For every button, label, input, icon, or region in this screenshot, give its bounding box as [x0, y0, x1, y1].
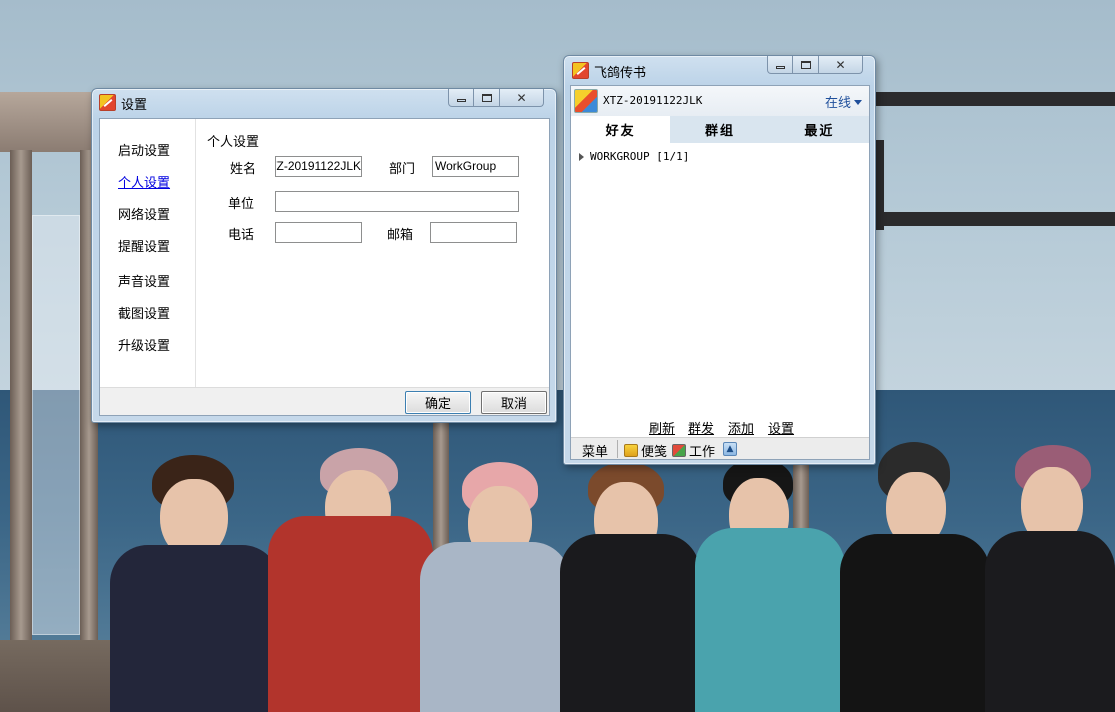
- nav-item-reminder[interactable]: 提醒设置: [118, 236, 170, 255]
- contact-tabs: 好友 群组 最近: [571, 116, 869, 143]
- name-field[interactable]: XTZ-20191122JLK: [275, 156, 362, 177]
- status-dropdown[interactable]: 在线: [825, 92, 863, 111]
- nav-item-screenshot[interactable]: 截图设置: [118, 303, 170, 322]
- close-button[interactable]: ✕: [500, 89, 544, 107]
- wallpaper-beam: [876, 140, 884, 230]
- tab-recent[interactable]: 最近: [770, 116, 869, 143]
- chevron-down-icon: [854, 100, 863, 105]
- menu-button[interactable]: 菜单: [582, 441, 608, 460]
- profile-bar: XTZ-20191122JLK 在线: [571, 86, 869, 116]
- wallpaper-person: [985, 445, 1115, 712]
- window-controls: ✕: [448, 89, 544, 107]
- email-label: 邮箱: [387, 228, 414, 243]
- department-field[interactable]: WorkGroup: [432, 156, 519, 177]
- avatar[interactable]: [574, 89, 598, 113]
- group-row-workgroup[interactable]: WORKGROUP [1/1]: [579, 150, 689, 163]
- window-title: 设置: [121, 98, 148, 113]
- wallpaper-person: [840, 442, 990, 712]
- settings-body: 启动设置 个人设置 网络设置 提醒设置 声音设置 截图设置 升级设置 个人设置 …: [99, 118, 550, 416]
- messenger-window: 飞鸽传书 ✕ XTZ-20191122JLK 在线 好友 群组 最近 WORKG…: [563, 55, 876, 465]
- work-button[interactable]: 工作: [672, 441, 715, 460]
- minimize-icon: [456, 99, 466, 102]
- nav-item-sound[interactable]: 声音设置: [118, 271, 170, 290]
- bottom-toolbar: 菜单 便笺 工作 ▲: [571, 437, 869, 460]
- maximize-icon: [800, 60, 811, 69]
- phone-label: 电话: [228, 228, 255, 243]
- wallpaper-person: [110, 455, 280, 712]
- settings-link[interactable]: 设置: [768, 418, 794, 437]
- notes-label: 便笺: [641, 445, 668, 460]
- refresh-link[interactable]: 刷新: [649, 418, 675, 437]
- maximize-icon: [481, 93, 492, 102]
- close-button[interactable]: ✕: [819, 56, 863, 74]
- company-label: 单位: [228, 197, 255, 212]
- settings-footer: 确定 取消: [100, 387, 549, 415]
- contact-tree: WORKGROUP [1/1]: [571, 143, 869, 403]
- wallpaper-glass-panel: [32, 215, 80, 635]
- cancel-button[interactable]: 取消: [481, 391, 547, 414]
- personal-settings-panel: 个人设置 姓名 XTZ-20191122JLK 部门 WorkGroup 单位 …: [197, 119, 550, 387]
- wallpaper-person: [560, 462, 700, 712]
- minimize-button[interactable]: [448, 89, 474, 107]
- email-field[interactable]: [430, 222, 517, 243]
- notes-button[interactable]: 便笺: [624, 441, 667, 460]
- notes-icon: [624, 444, 638, 457]
- expand-arrow-icon: [579, 152, 584, 161]
- add-link[interactable]: 添加: [728, 418, 754, 437]
- minimize-button[interactable]: [767, 56, 793, 74]
- maximize-button[interactable]: [474, 89, 500, 107]
- name-label: 姓名: [230, 162, 257, 177]
- wallpaper-person: [695, 458, 845, 712]
- company-field[interactable]: [275, 191, 519, 212]
- close-icon: ✕: [835, 57, 846, 72]
- wallpaper-person: [420, 462, 570, 712]
- messenger-body: XTZ-20191122JLK 在线 好友 群组 最近 WORKGROUP [1…: [570, 85, 870, 460]
- settings-window: 设置 ✕ 启动设置 个人设置 网络设置 提醒设置 声音设置 截图设置 升级设置 …: [91, 88, 557, 423]
- ok-button[interactable]: 确定: [405, 391, 471, 414]
- group-label: WORKGROUP [1/1]: [590, 150, 690, 163]
- nav-item-startup[interactable]: 启动设置: [118, 140, 170, 159]
- toolbar-divider: [617, 440, 618, 458]
- wallpaper-post: [10, 150, 32, 650]
- work-label: 工作: [689, 445, 716, 460]
- window-controls: ✕: [767, 56, 863, 74]
- nav-item-network[interactable]: 网络设置: [118, 204, 170, 223]
- broadcast-link[interactable]: 群发: [688, 418, 714, 437]
- section-title: 个人设置: [207, 135, 260, 150]
- settings-titlebar[interactable]: 设置 ✕: [92, 89, 556, 115]
- messenger-titlebar[interactable]: 飞鸽传书 ✕: [564, 56, 875, 82]
- status-label: 在线: [825, 96, 852, 111]
- profile-name: XTZ-20191122JLK: [603, 94, 703, 107]
- department-label: 部门: [389, 162, 416, 177]
- work-icon: [672, 444, 686, 457]
- expand-up-icon[interactable]: ▲: [723, 442, 737, 456]
- tab-groups[interactable]: 群组: [670, 116, 769, 143]
- action-links: 刷新 群发 添加 设置: [571, 418, 869, 437]
- wallpaper-shelter-roof: [0, 92, 95, 152]
- wallpaper-beam: [876, 92, 1115, 106]
- maximize-button[interactable]: [793, 56, 819, 74]
- wallpaper-person: [268, 448, 433, 712]
- phone-field[interactable]: [275, 222, 362, 243]
- settings-nav: 启动设置 个人设置 网络设置 提醒设置 声音设置 截图设置 升级设置: [100, 119, 196, 387]
- nav-item-personal[interactable]: 个人设置: [118, 172, 170, 191]
- close-icon: ✕: [516, 90, 527, 105]
- tab-friends[interactable]: 好友: [571, 116, 671, 143]
- window-title: 飞鸽传书: [594, 66, 647, 81]
- wallpaper-beam: [876, 212, 1115, 226]
- feige-logo-icon: [572, 62, 589, 79]
- nav-item-upgrade[interactable]: 升级设置: [118, 335, 170, 354]
- feige-logo-icon: [99, 94, 116, 111]
- minimize-icon: [775, 66, 785, 69]
